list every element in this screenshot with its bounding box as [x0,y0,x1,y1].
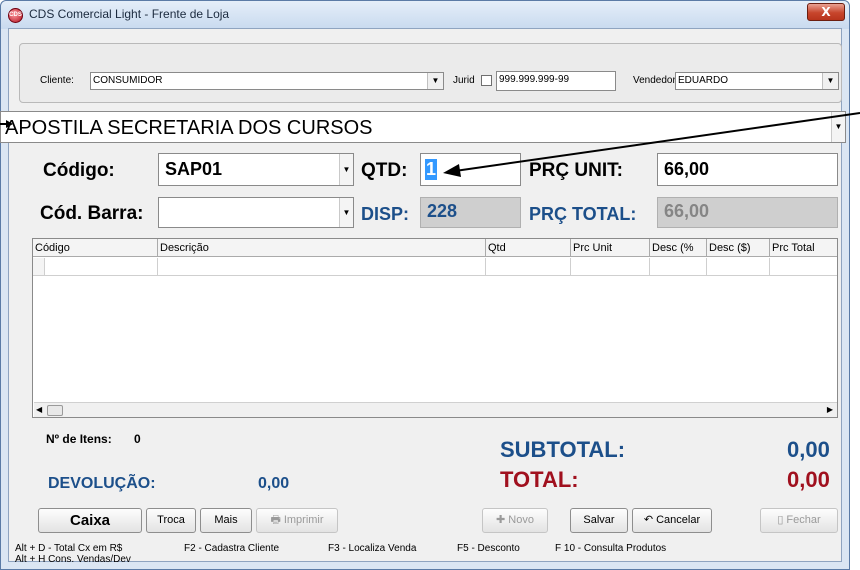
documento-field[interactable]: 999.999.999-99 [496,71,616,91]
door-icon: ▯ [777,514,784,526]
app-logo-icon: CDS [8,8,23,23]
col-header-desc-pct[interactable]: Desc (% [650,239,707,257]
troca-label: Troca [157,514,185,526]
window-title: CDS Comercial Light - Frente de Loja [29,7,230,21]
salvar-label: Salvar [583,514,615,526]
jurid-label: Jurid [453,75,475,86]
printer-icon: 🖶 [270,514,281,526]
status-f10: F 10 - Consulta Produtos [555,543,667,554]
cancelar-label: Cancelar [656,514,701,526]
col-header-prc-total[interactable]: Prc Total [770,239,837,257]
prc-unit-value: 66,00 [664,159,710,179]
documento-value: 999.999.999-99 [499,74,570,85]
qtd-input[interactable]: 1 [420,153,521,186]
chevron-down-icon[interactable]: ▼ [822,73,838,89]
plus-icon: ✚ [496,514,506,526]
cod-barra-combo[interactable]: ▼ [158,197,354,228]
fechar-button[interactable]: ▯ Fechar [760,508,838,533]
row-indicator [33,258,45,276]
codigo-combo[interactable]: SAP01 ▼ [158,153,354,186]
troca-button[interactable]: Troca [146,508,196,533]
fechar-label: Fechar [786,514,821,526]
jurid-checkbox[interactable] [481,75,492,86]
cliente-label: Cliente: [40,75,74,86]
title-bar[interactable]: CDS CDS Comercial Light - Frente de Loja… [1,1,849,29]
horizontal-scrollbar[interactable]: ◀ ▶ [34,402,837,417]
status-alt-h: Alt + H Cons. Vendas/Dev [15,554,131,565]
prc-unit-label: PRÇ UNIT: [529,160,623,181]
novo-button[interactable]: ✚ Novo [482,508,548,533]
cliente-combo[interactable]: CONSUMIDOR ▼ [90,72,444,90]
col-header-codigo[interactable]: Código [33,239,158,257]
scroll-left-icon[interactable]: ◀ [36,405,42,414]
chevron-down-icon[interactable]: ▼ [339,154,353,185]
grid-cell[interactable] [571,258,650,276]
qtd-value: 1 [425,159,438,180]
cancelar-button[interactable]: ↶ Cancelar [632,508,712,533]
prc-total-label: PRÇ TOTAL: [529,204,637,224]
codigo-label: Código: [43,160,115,181]
chevron-down-icon[interactable]: ▼ [427,73,443,89]
cliente-group: Cliente: CONSUMIDOR ▼ Jurid 999.999.999-… [19,43,842,103]
produto-combo[interactable]: APOSTILA SECRETARIA DOS CURSOS ▼ [0,111,846,143]
status-f2: F2 - Cadastra Cliente [184,543,280,554]
caixa-label: Caixa [69,512,111,529]
vendedor-label: Vendedor: [633,75,679,86]
status-alt-d: Alt + D - Total Cx em R$ [15,543,123,554]
salvar-button[interactable]: Salvar [570,508,628,533]
cod-barra-label: Cód. Barra: [40,203,144,224]
prc-total-field: 66,00 [657,197,838,228]
total-label: TOTAL: [500,467,579,492]
subtotal-value: 0,00 [787,437,830,462]
scroll-thumb[interactable] [47,405,63,416]
itens-label: Nº de Itens: [46,432,112,446]
grid-cell[interactable] [650,258,707,276]
status-f5: F5 - Desconto [457,543,520,554]
chevron-down-icon[interactable]: ▼ [831,112,845,142]
subtotal-label: SUBTOTAL: [500,437,626,462]
caixa-button[interactable]: Caixa [38,508,142,533]
mais-button[interactable]: Mais [200,508,252,533]
col-header-qtd[interactable]: Qtd [486,239,571,257]
devolucao-value: 0,00 [258,475,290,492]
cliente-value: CONSUMIDOR [93,75,163,86]
col-header-descricao[interactable]: Descrição [158,239,486,257]
itens-grid[interactable]: Código Descrição Qtd Prc Unit Desc (% De… [32,238,838,418]
mais-label: Mais [214,514,238,526]
grid-cell[interactable] [707,258,770,276]
grid-cell[interactable] [486,258,571,276]
grid-cell[interactable] [158,258,486,276]
undo-icon: ↶ [643,514,654,526]
col-header-desc-val[interactable]: Desc ($) [707,239,770,257]
vendedor-combo[interactable]: EDUARDO ▼ [675,72,839,90]
imprimir-label: Imprimir [283,514,324,526]
grid-header: Código Descrição Qtd Prc Unit Desc (% De… [33,239,837,257]
novo-label: Novo [508,514,534,526]
prc-unit-field[interactable]: 66,00 [657,153,838,186]
qtd-label: QTD: [361,160,408,181]
status-f3: F3 - Localiza Venda [328,543,417,554]
total-value: 0,00 [787,467,830,492]
close-button[interactable]: X [807,3,845,21]
produto-descricao: APOSTILA SECRETARIA DOS CURSOS [5,117,373,139]
chevron-down-icon[interactable]: ▼ [339,198,353,227]
disp-value: 228 [427,201,458,221]
disp-label: DISP: [361,204,410,224]
grid-cell[interactable] [45,258,158,276]
disp-field: 228 [420,197,521,228]
screenshot-stage: CDS CDS Comercial Light - Frente de Loja… [0,0,860,570]
prc-total-value: 66,00 [664,201,710,221]
itens-count: 0 [134,432,141,446]
grid-cell[interactable] [770,258,837,276]
vendedor-value: EDUARDO [678,75,729,86]
devolucao-label: DEVOLUÇÃO: [48,475,156,492]
codigo-value: SAP01 [165,159,223,179]
col-header-prc-unit[interactable]: Prc Unit [571,239,650,257]
scroll-right-icon[interactable]: ▶ [827,405,833,414]
imprimir-button[interactable]: 🖶 Imprimir [256,508,338,533]
